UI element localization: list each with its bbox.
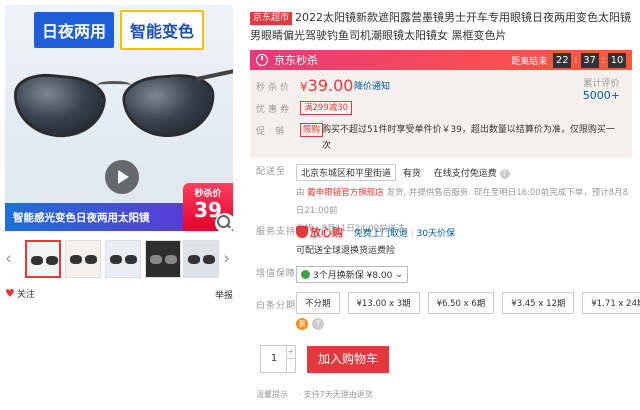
reviews-summary[interactable]: 累计评价 5000+ [583, 76, 620, 102]
quantity-minus-button[interactable]: - [286, 359, 295, 372]
banner-text: 智能感光变色日夜两用太阳镜 [13, 211, 150, 224]
thumbnail-item[interactable] [65, 240, 101, 278]
image-header: 日夜两用 智能变色 [5, 5, 233, 55]
thumbnail-item[interactable] [105, 240, 141, 278]
thumbnail-item[interactable] [25, 240, 61, 278]
insurance-row: 增值保障 3个月换新保 ¥8.00 ⌄ [250, 266, 632, 284]
coupon-label: 优惠券 [256, 105, 293, 115]
installment-option[interactable]: 不分期 [296, 292, 340, 314]
help-icon[interactable]: ? [312, 318, 324, 330]
quantity-stepper[interactable]: 1 + - [260, 345, 296, 373]
coupon-tag[interactable]: 满299减30 [300, 101, 353, 115]
zoom-icon[interactable] [215, 213, 233, 231]
product-title-block: 京东超市 2022太阳镜新款遮阳露营墨镜男士开车专用眼镜日夜两用变色太阳镜男眼睛偏… [250, 9, 632, 45]
sunglasses-right-lens [120, 71, 218, 141]
service-text: 在线支付免运费 [433, 169, 497, 179]
insurance-selected: 3个月换新保 ¥8.00 [313, 271, 393, 281]
installment-label: 白条分期 [256, 301, 297, 311]
thumb-next-icon[interactable]: › [223, 250, 233, 268]
tips-text: · 支持7天无理由退货 [298, 390, 373, 399]
delivery-row: 配送至 北京东城区和平里街道 有货 在线支付免运费 ? 由 戴申眼镜官方旗舰店 … [250, 164, 632, 234]
promotion-text: 购买不超过51件时享受单件价￥39，超出数量以结算价为准，仅限购买一次 [322, 125, 615, 151]
tips-label: 温馨提示 [256, 390, 288, 399]
installment-options: 不分期 ¥13.00 x 3期 ¥6.50 x 6期 ¥3.45 x 12期 ¥… [296, 292, 640, 314]
thumbnail-item[interactable] [183, 240, 219, 278]
promotion-tag: 限购 [300, 123, 324, 137]
flash-sale-bar: 京东秒杀 距离结束 22 : 37 : 10 [250, 50, 632, 70]
sunglasses-left-lens [10, 70, 108, 142]
insurance-dropdown[interactable]: 3个月换新保 ¥8.00 ⌄ [296, 266, 408, 283]
service-label: 服务支持 [256, 227, 297, 237]
follow-link[interactable]: 关注 [17, 290, 35, 300]
insurance-icon [301, 270, 310, 279]
installment-option[interactable]: ¥6.50 x 6期 [427, 292, 495, 314]
service-item-price-protect[interactable]: 30天价保 [417, 229, 455, 239]
countdown-seconds: 10 [608, 53, 626, 68]
installment-option[interactable]: ¥3.45 x 12期 [502, 292, 575, 314]
countdown-label: 距离结束 [511, 57, 548, 67]
promotion-label: 促销 [256, 127, 295, 137]
header-left-label: 日夜两用 [33, 12, 114, 48]
gallery-footer: ♥ 关注 举报 [5, 287, 233, 303]
heart-icon[interactable]: ♥ [5, 287, 15, 300]
service-item-pickup[interactable]: 免费上门取退 [354, 229, 408, 239]
installment-option[interactable]: ¥1.71 x 24期 [582, 292, 640, 314]
flash-sale-title: 京东秒杀 [274, 54, 318, 67]
add-to-cart-button[interactable]: 加入购物车 [307, 346, 389, 373]
main-product-image[interactable]: 日夜两用 智能变色 智能感光变色日夜两用太阳镜 秒杀价 39 [5, 5, 233, 231]
installment-row: 白条分期 不分期 ¥13.00 x 3期 ¥6.50 x 6期 ¥3.45 x … [250, 292, 640, 332]
discount-icon: 惠 [296, 318, 308, 330]
thumbnail-item[interactable] [145, 240, 181, 278]
reviews-label: 累计评价 [583, 79, 620, 89]
installment-option[interactable]: ¥13.00 x 3期 [347, 292, 420, 314]
reviews-count[interactable]: 5000+ [583, 89, 620, 102]
service-brand[interactable]: 放心购 [310, 226, 343, 239]
price-value: ¥39.00 [300, 76, 354, 95]
countdown-hours: 22 [553, 53, 572, 68]
header-right-label: 智能变色 [120, 10, 205, 50]
report-link[interactable]: 举报 [215, 288, 233, 301]
price-box: 秒杀价 ¥39.00 降价通知 累计评价 5000+ 优惠券 满299减30 促… [250, 70, 632, 158]
installment-icons: 惠 ? [296, 318, 324, 330]
product-title: 2022太阳镜新款遮阳露营墨镜男士开车专用眼镜日夜两用变色太阳镜男眼睛偏光驾驶钓… [250, 11, 632, 42]
service-row: 服务支持 放心购 免费上门取退 | 30天价保 可配送全球退换货运费险 [250, 224, 632, 256]
price-label: 秒杀价 [256, 83, 293, 93]
countdown: 距离结束 22 : 37 : 10 [511, 53, 626, 68]
countdown-minutes: 37 [580, 53, 599, 68]
flash-price-label: 秒杀价 [194, 189, 222, 199]
address-selector[interactable]: 北京东城区和平里街道 [296, 164, 397, 181]
tips-row: 温馨提示 · 支持7天无理由退货 [256, 389, 373, 400]
seller-link[interactable]: 戴申眼镜官方旗舰店 [307, 188, 384, 198]
service-sub: 可配送全球退换货运费险 [296, 246, 396, 256]
chevron-down-icon: ⌄ [395, 269, 403, 280]
play-video-icon[interactable] [105, 160, 139, 194]
store-tag: 京东超市 [250, 12, 293, 25]
insurance-label: 增值保障 [256, 269, 297, 279]
delivery-label: 配送至 [256, 167, 287, 177]
help-icon[interactable]: ? [499, 169, 510, 179]
thumb-prev-icon[interactable]: ‹ [5, 250, 15, 268]
quantity-plus-button[interactable]: + [286, 346, 295, 359]
quantity-input[interactable]: 1 [261, 346, 287, 372]
stock-status: 有货 [402, 169, 421, 179]
ship-from: 由 戴申眼镜官方旗舰店 发货, 并提供售后服务. 现在至明日16:00前完成下单… [296, 188, 629, 216]
shield-icon [296, 226, 308, 238]
service-info: 放心购 免费上门取退 | 30天价保 可配送全球退换货运费险 [296, 226, 456, 256]
sunglasses-temple [195, 64, 233, 82]
thumbnail-strip: ‹ › [5, 240, 233, 280]
price-notify-link[interactable]: 降价通知 [354, 79, 390, 92]
clock-icon [256, 54, 268, 66]
